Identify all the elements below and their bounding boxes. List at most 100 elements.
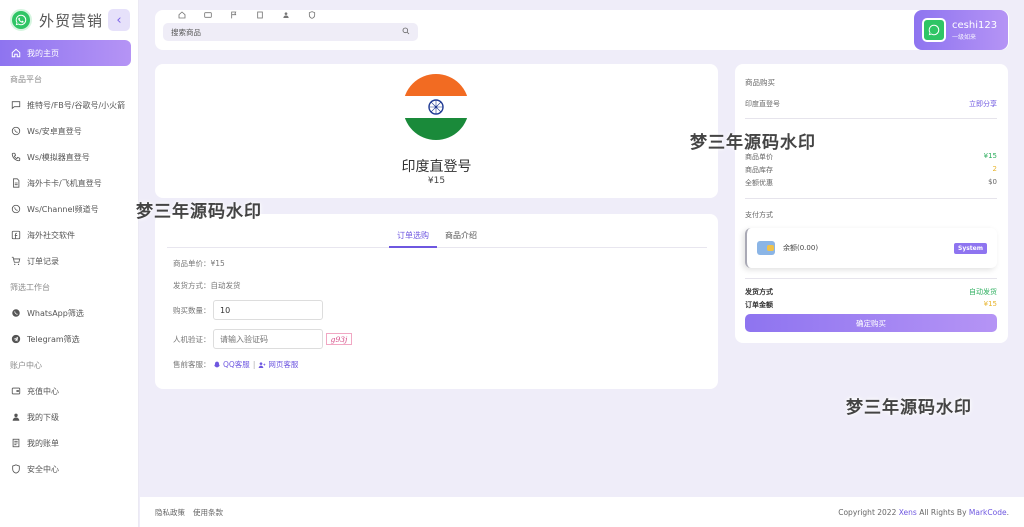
product-price: ¥15 [427,176,446,186]
sidebar-item-label: Ws/Channel频道号 [27,204,99,214]
discount-row: 全额优惠 $0 [745,178,997,188]
quick-icons [169,10,325,20]
quantity-input[interactable] [213,300,323,320]
sidebar-item-twitter-fb-google[interactable]: 推特号/FB号/谷歌号/小火箭 [0,92,139,118]
confirm-purchase-button[interactable]: 确定购买 [745,314,997,332]
card-icon[interactable] [195,10,221,20]
sidebar-item-ws-android[interactable]: Ws/安卓直登号 [0,118,139,144]
watermark: 梦三年源码水印 [846,398,972,418]
product-card: 印度直登号 ¥15 [155,64,718,198]
top-header: 搜索商品 ceshi123 一级如来 [155,10,1009,50]
qq-service-link[interactable]: QQ客服 [213,359,250,370]
sidebar-item-home[interactable]: 我的主页 [0,40,131,66]
total-label: 订单金额 [745,301,773,309]
payment-title-row: 支付方式 [745,210,997,220]
search-icon[interactable] [402,27,410,37]
copyright: Copyright 2022 Xens All Rights By MarkCo… [838,508,1009,517]
web-service-link[interactable]: 网页客服 [258,359,298,370]
home-icon[interactable] [169,10,195,20]
sidebar-item-recharge[interactable]: 充值中心 [0,378,139,404]
sidebar-item-label: Telegram筛选 [27,334,80,344]
unit-price-value: ¥15 [983,152,997,160]
balance-text: 余额(0.00) [783,244,819,252]
unit-price-row: 商品单价：¥15 [173,258,225,269]
user-icon [10,411,22,423]
facebook-icon [10,229,22,241]
user-name: ceshi123 [952,19,998,31]
shield-icon[interactable] [299,10,325,20]
watermark: 梦三年源码水印 [690,133,816,153]
qq-icon [214,361,220,367]
share-button[interactable]: 立即分享 [969,99,997,109]
copyright-brand[interactable]: Xens [899,508,917,517]
privacy-link[interactable]: 隐私政策 [155,507,185,518]
search-bar[interactable]: 搜索商品 [163,23,418,41]
terms-link[interactable]: 使用条款 [193,507,223,518]
purchase-card: 商品购买 印度直登号 立即分享 商品单价 ¥15 商品库存 2 全额优惠 $0 … [735,64,1008,343]
sidebar-item-label: Ws/模拟器直登号 [27,152,90,162]
footer-links: 隐私政策 使用条款 [155,507,231,518]
whatsapp-logo-icon [10,9,32,31]
captcha-image[interactable]: g93j [326,333,352,345]
user-add-icon [259,361,266,368]
telegram-icon [10,333,22,345]
payment-option-balance[interactable]: 余额(0.00) System [745,228,997,268]
document-icon[interactable] [247,10,273,20]
sidebar-item-security[interactable]: 安全中心 [0,456,139,482]
copyright-prefix: Copyright 2022 [838,507,899,517]
tab-product-intro[interactable]: 商品介绍 [437,226,485,248]
collapse-sidebar-button[interactable]: ‹ [108,9,130,31]
whatsapp-icon [10,203,22,215]
phone-icon [10,151,22,163]
sidebar: 外贸营销 ‹ 我的主页 商品平台 推特号/FB号/谷歌号/小火箭 Ws/安卓直登… [0,0,139,527]
sidebar-item-label: 订单记录 [27,256,59,266]
sidebar-item-social-software[interactable]: 海外社交软件 [0,222,139,248]
unit-price-label: 商品单价 [745,153,773,161]
sidebar-item-subordinates[interactable]: 我的下级 [0,404,139,430]
copyright-suffix: . [1006,507,1009,517]
sidebar-item-ws-emulator[interactable]: Ws/模拟器直登号 [0,144,139,170]
sidebar-item-orders[interactable]: 订单记录 [0,248,139,274]
quantity-label: 购买数量： [173,305,211,315]
watermark: 梦三年源码水印 [136,202,262,222]
delivery-summary-row: 发货方式 自动发货 [745,287,997,297]
payment-title: 支付方式 [745,211,773,219]
copyright-author[interactable]: MarkCode [969,508,1007,517]
order-tabs: 订单选购 商品介绍 [167,226,707,248]
sidebar-item-label: 我的下级 [27,412,59,422]
india-flag-image [403,74,469,140]
sidebar-item-label: Ws/安卓直登号 [27,126,82,136]
message-icon [10,99,22,111]
brand[interactable]: 外贸营销 [10,8,103,32]
sidebar-item-telegram-filter[interactable]: Telegram筛选 [0,326,139,352]
sidebar-item-label: WhatsApp筛选 [27,308,84,318]
sidebar-item-whatsapp-filter[interactable]: WhatsApp筛选 [0,300,139,326]
sidebar-item-label: 充值中心 [27,386,59,396]
nav-section-title: 账户中心 [10,360,42,370]
sidebar-item-label: 我的账单 [27,438,59,448]
user-icon[interactable] [273,10,299,20]
captcha-input[interactable] [213,329,323,349]
product-share-row: 印度直登号 立即分享 [745,99,997,109]
tab-order-select[interactable]: 订单选购 [389,226,437,248]
sidebar-item-ws-channel[interactable]: Ws/Channel频道号 [0,196,139,222]
sidebar-item-label: 安全中心 [27,464,59,474]
divider [745,198,997,199]
sidebar-item-label: 海外卡卡/飞机直登号 [27,178,102,188]
nav-section-title: 筛选工作台 [10,282,50,292]
user-info: ceshi123 一级如来 [952,20,997,41]
nav-section-title: 商品平台 [10,74,42,84]
search-input[interactable]: 搜索商品 [171,27,402,38]
unit-price-summary: 商品单价 ¥15 [745,152,997,162]
sidebar-item-bills[interactable]: 我的账单 [0,430,139,456]
service-row: 售前客服： QQ客服 | 网页客服 [173,359,298,370]
user-profile-card[interactable]: ceshi123 一级如来 [914,10,1008,50]
user-level: 一级如来 [952,33,977,41]
whatsapp-icon [10,307,22,319]
flag-icon[interactable] [221,10,247,20]
wallet-icon [757,241,775,255]
footer: 隐私政策 使用条款 Copyright 2022 Xens All Rights… [140,497,1024,527]
sidebar-item-overseas-card[interactable]: 海外卡卡/飞机直登号 [0,170,139,196]
captcha-label: 人机验证： [173,334,211,344]
brand-title: 外贸营销 [39,11,104,30]
